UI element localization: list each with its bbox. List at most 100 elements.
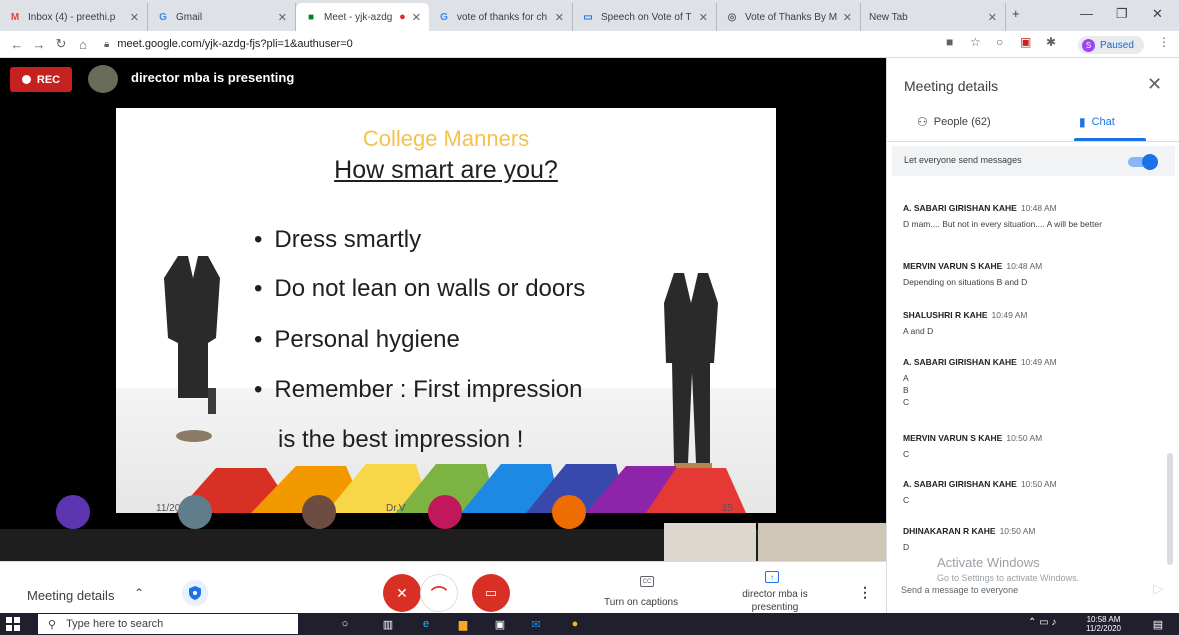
avatar: [88, 65, 118, 93]
browser-tab-strip: M Inbox (4) - preethi.p ✕ G Gmail ✕ ■ Me…: [0, 0, 1179, 31]
notifications-icon[interactable]: ▤: [1150, 616, 1166, 632]
url-field[interactable]: 🔒︎ meet.google.com/yjk-azdg-fjs?pli=1&au…: [104, 38, 353, 50]
edge-icon[interactable]: e: [418, 616, 434, 632]
security-shield-icon[interactable]: [182, 580, 208, 606]
file-explorer-icon[interactable]: ▆: [455, 616, 471, 632]
meeting-details-button[interactable]: Meeting details: [27, 588, 114, 603]
tab-label: People (62): [933, 116, 991, 128]
captions-button[interactable]: Turn on captions: [604, 597, 678, 608]
tab-label: New Tab: [869, 11, 908, 23]
slide-footer-author: Dr.V: [386, 503, 406, 513]
participant-avatar[interactable]: [56, 495, 90, 529]
send-icon[interactable]: ▷: [1153, 580, 1164, 597]
chat-scrollbar[interactable]: [1167, 453, 1173, 565]
tab-label: vote of thanks for ch: [457, 11, 548, 23]
slide-bullet: • Remember : First impression: [254, 376, 583, 403]
menu-kebab-icon[interactable]: ⋮: [1158, 35, 1170, 49]
minimize-icon[interactable]: —: [1080, 6, 1093, 21]
home-icon[interactable]: ⌂: [72, 37, 94, 52]
rec-label: REC: [36, 73, 61, 86]
profile-status: Paused: [1100, 39, 1134, 51]
more-options-icon[interactable]: ⋮: [858, 584, 872, 601]
store-icon[interactable]: ▣: [492, 616, 508, 632]
slide-title: College Manners: [362, 126, 530, 151]
close-icon[interactable]: ✕: [555, 11, 564, 24]
chat-message: MERVIN VARUN S KAHE 10:50 AM C: [903, 433, 1043, 459]
profile-avatar: S: [1082, 38, 1095, 52]
extension-vm-icon[interactable]: ▣: [1020, 35, 1031, 49]
tab-new-tab[interactable]: New Tab ✕: [861, 3, 1006, 31]
captions-icon[interactable]: CC: [640, 576, 654, 587]
mic-toggle-button[interactable]: ✕: [383, 574, 421, 612]
tab-people[interactable]: ⚇ People (62): [917, 115, 991, 129]
recording-dot-icon: ●: [399, 11, 406, 23]
tab-speech[interactable]: ▭ Speech on Vote of T ✕: [573, 3, 717, 31]
close-icon[interactable]: ✕: [130, 11, 139, 24]
google-icon: G: [440, 11, 448, 23]
close-window-icon[interactable]: ✕: [1152, 6, 1163, 22]
close-icon[interactable]: ✕: [412, 11, 421, 24]
tab-chat[interactable]: ▮ Chat: [1079, 115, 1115, 129]
tab-vote-by[interactable]: ◎ Vote of Thanks By M ✕: [717, 3, 861, 31]
present-screen-icon[interactable]: ↑: [765, 571, 779, 583]
tab-meet[interactable]: ■ Meet - yjk-azdg ● ✕: [296, 3, 429, 31]
participant-avatar[interactable]: [552, 495, 586, 529]
participant-avatar[interactable]: [428, 495, 462, 529]
cortana-icon[interactable]: ○: [337, 616, 353, 632]
search-icon: ⚲: [48, 618, 57, 631]
bookmark-star-icon[interactable]: ☆: [970, 35, 981, 49]
speech-icon: ▭: [583, 11, 593, 23]
womens-suit-image: [164, 256, 220, 442]
activate-windows-watermark: Activate Windows: [937, 555, 1040, 570]
meeting-details-panel: Meeting details ✕ ⚇ People (62) ▮ Chat L…: [886, 58, 1179, 613]
camera-icon[interactable]: ■: [946, 35, 953, 49]
participant-video-thumb[interactable]: [664, 523, 756, 561]
puzzle-icon[interactable]: ✱: [1046, 35, 1056, 49]
chat-message: MERVIN VARUN S KAHE 10:48 AM Depending on…: [903, 261, 1043, 287]
recording-badge: REC: [10, 67, 72, 92]
tab-gmail[interactable]: G Gmail ✕: [148, 3, 296, 31]
send-messages-toggle[interactable]: [1128, 154, 1158, 170]
tab-label: Gmail: [176, 11, 203, 23]
chat-message-input[interactable]: Send a message to everyone: [901, 585, 1018, 595]
tab-inbox[interactable]: M Inbox (4) - preethi.p ✕: [0, 3, 148, 31]
chevron-up-icon[interactable]: ⌃: [134, 586, 144, 600]
participant-avatar[interactable]: [302, 495, 336, 529]
camera-toggle-button[interactable]: ▭: [472, 574, 510, 612]
divider: [887, 141, 1179, 142]
taskbar-clock[interactable]: 10:58 AM 11/2/2020: [1086, 615, 1121, 633]
chrome-icon[interactable]: ●: [567, 616, 583, 632]
forward-arrow-icon[interactable]: →: [28, 37, 50, 52]
leave-call-button[interactable]: ⌒: [420, 574, 458, 612]
tab-label: Chat: [1091, 116, 1115, 128]
new-tab-icon[interactable]: +: [1012, 6, 1020, 21]
close-icon[interactable]: ✕: [843, 11, 852, 24]
presenter-banner: director mba is presenting: [131, 70, 295, 85]
system-tray-icons[interactable]: ⌃ ▭ ♪: [1028, 617, 1056, 628]
close-icon[interactable]: ✕: [988, 11, 997, 24]
chat-message: DHINAKARAN R KAHE 10:50 AM D: [903, 526, 1036, 552]
windows-start-icon[interactable]: [6, 617, 20, 631]
toggle-label: Let everyone send messages: [904, 155, 1022, 165]
address-bar: ← → ↻ ⌂ 🔒︎ meet.google.com/yjk-azdg-fjs?…: [0, 31, 1179, 58]
restore-icon[interactable]: ❐: [1116, 6, 1128, 22]
mic-off-icon: ✕: [396, 584, 408, 601]
meet-stage: REC director mba is presenting College M…: [0, 58, 886, 619]
clock-time: 10:58 AM: [1086, 615, 1121, 624]
participant-video-thumb[interactable]: [758, 523, 886, 561]
reload-icon[interactable]: ↻: [50, 36, 72, 52]
task-view-icon[interactable]: ▥: [380, 616, 396, 632]
back-arrow-icon[interactable]: ←: [6, 37, 28, 52]
taskbar-search-input[interactable]: ⚲ Type here to search: [38, 614, 298, 634]
tab-vote-of-thanks[interactable]: G vote of thanks for ch ✕: [429, 3, 573, 31]
clock-date: 11/2/2020: [1086, 624, 1121, 633]
mail-icon[interactable]: ✉: [528, 616, 544, 632]
close-icon[interactable]: ✕: [278, 11, 287, 24]
close-icon[interactable]: ✕: [699, 11, 708, 24]
present-button[interactable]: director mba is presenting: [740, 588, 810, 614]
profile-button[interactable]: S Paused: [1078, 36, 1144, 54]
extension-circle-icon[interactable]: ○: [996, 35, 1003, 49]
globe-icon: ◎: [727, 11, 737, 23]
participant-avatar[interactable]: [178, 495, 212, 529]
close-icon[interactable]: ✕: [1147, 74, 1162, 95]
